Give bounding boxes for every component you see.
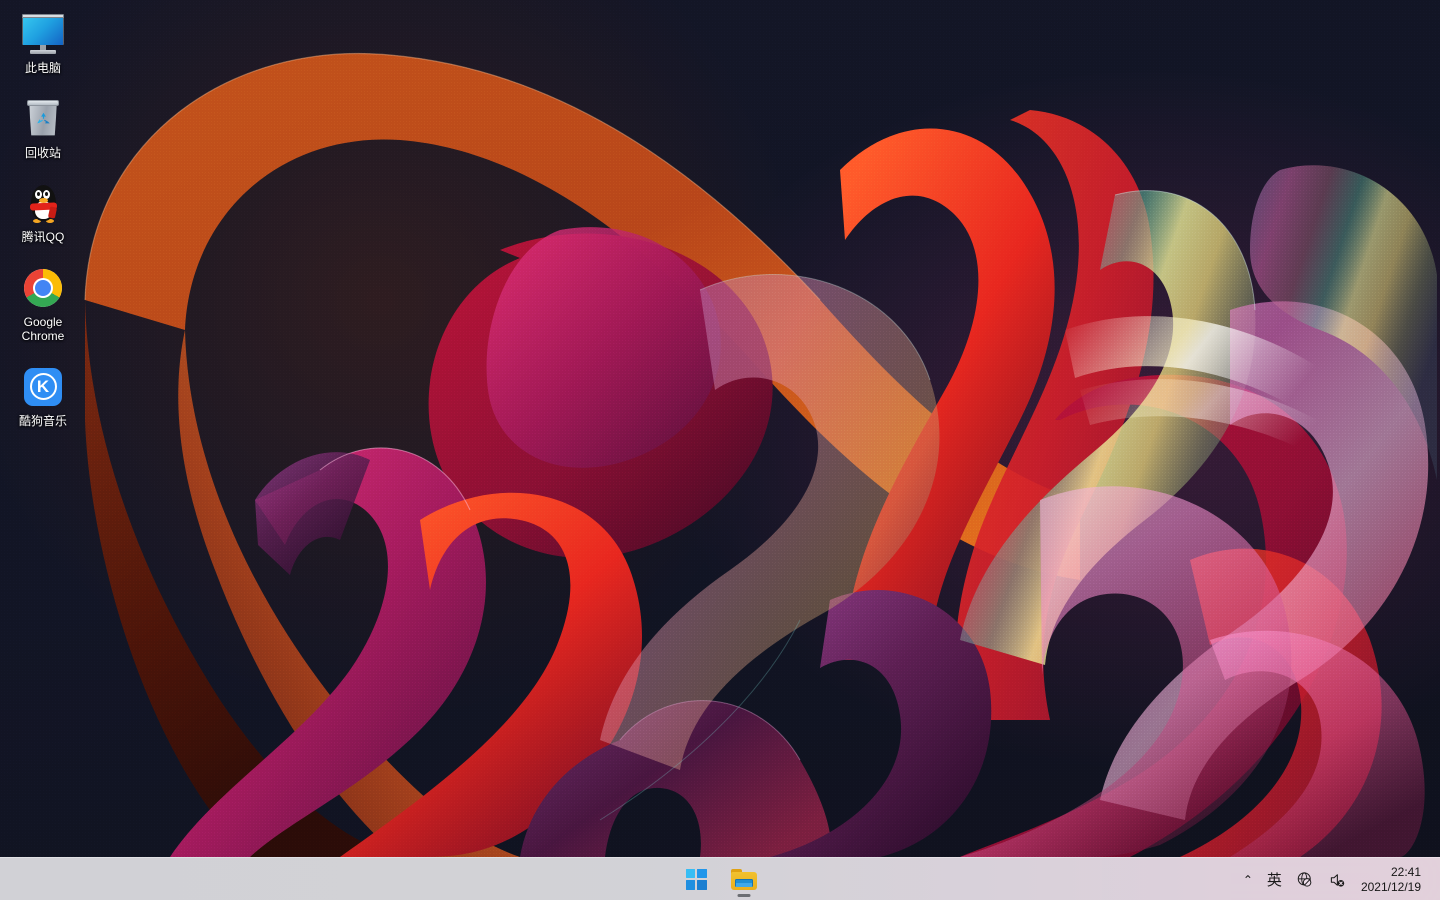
desktop-icon-grid[interactable]: 此电脑 回收站 腾讯QQ Google Chrome K 酷狗音乐 [0,0,86,431]
network-status-button[interactable] [1289,863,1321,897]
kugou-icon: K [19,363,67,411]
kugou-letter-k: K [29,373,57,400]
running-indicator [737,894,751,897]
desktop-icon-label: 此电脑 [24,61,61,75]
desktop-icon-kugou-music[interactable]: K 酷狗音乐 [4,359,82,432]
monitor-icon [19,10,67,58]
recycle-bin-icon [19,95,67,143]
desktop-icon-label: Google Chrome [21,314,65,344]
speaker-muted-icon [1330,873,1345,887]
clock-time: 22:41 [1390,864,1421,879]
taskbar-item-file-explorer[interactable] [724,860,764,898]
taskbar[interactable]: ⌃ 英 22:41 2021/12/19 [0,857,1440,900]
desktop-icon-google-chrome[interactable]: Google Chrome [4,260,82,347]
recycle-symbol-icon [37,112,50,123]
desktop-icon-tencent-qq[interactable]: 腾讯QQ [4,175,82,248]
ime-icon: 英 [1266,871,1282,889]
desktop[interactable]: 此电脑 回收站 腾讯QQ Google Chrome K 酷狗音乐 ⌃ 英 22… [0,0,1440,900]
taskbar-center-group[interactable] [676,858,764,900]
chrome-icon [19,264,67,312]
folder-icon [731,868,757,890]
ribbon-purple-fold [255,452,370,575]
taskbar-clock[interactable]: 22:41 2021/12/19 [1353,861,1432,899]
desktop-icon-label: 回收站 [24,145,61,160]
wallpaper-artwork [84,53,1437,857]
windows-logo-icon [685,868,707,890]
taskbar-system-tray[interactable]: ⌃ 英 22:41 2021/12/19 [1236,858,1440,900]
chevron-up-icon: ⌃ [1242,872,1253,887]
clock-date: 2021/12/19 [1360,879,1421,894]
globe-disconnected-icon [1297,871,1312,887]
desktop-wallpaper [0,0,1440,857]
show-hidden-icons-button[interactable]: ⌃ [1236,863,1260,897]
desktop-icon-label: 酷狗音乐 [18,413,67,428]
desktop-icon-recycle-bin[interactable]: 回收站 [4,91,82,164]
qq-penguin-icon [19,179,67,227]
start-button[interactable] [676,860,716,898]
volume-button[interactable] [1321,863,1353,897]
desktop-icon-this-pc[interactable]: 此电脑 [4,6,82,79]
ime-indicator-button[interactable]: 英 [1260,863,1289,897]
desktop-icon-label: 腾讯QQ [21,230,65,244]
